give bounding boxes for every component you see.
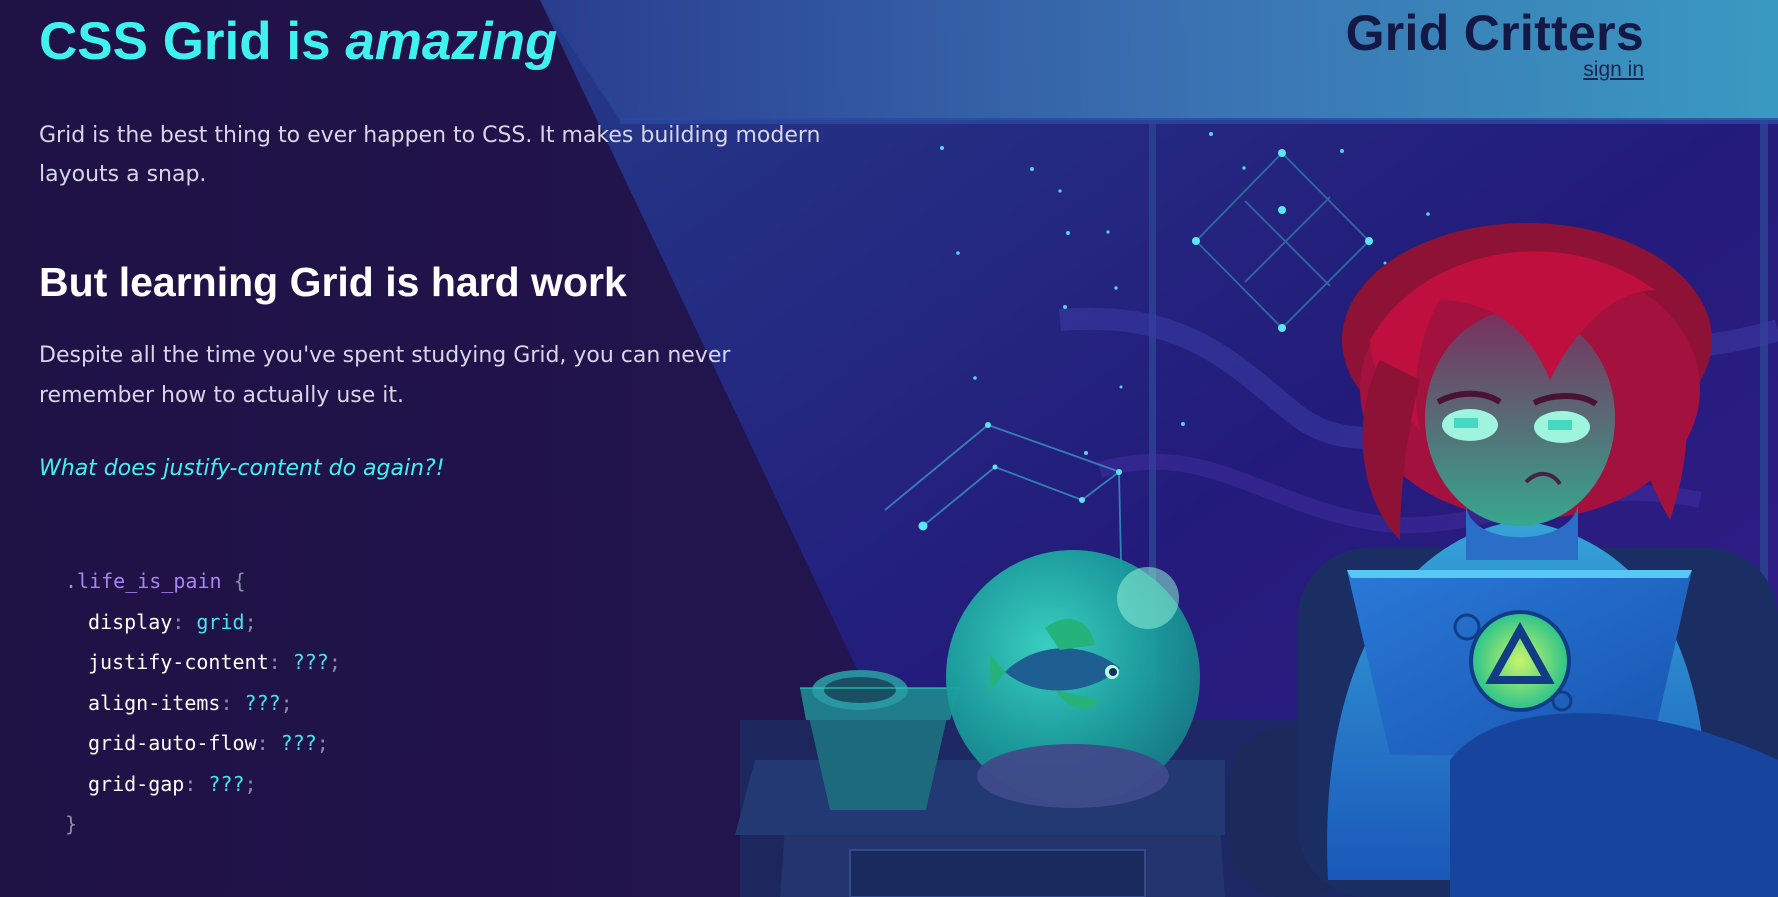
css-property-grid-auto-flow: grid-auto-flow [88, 731, 257, 756]
main-content: CSS Grid is amazing Grid is the best thi… [39, 12, 919, 845]
code-line-grid-auto-flow: grid-auto-flow: ???; [88, 731, 329, 756]
page: Grid Critters sign in CSS Grid is amazin… [0, 0, 1778, 897]
css-value-align-items: ??? [244, 690, 281, 715]
code-line-grid-gap: grid-gap: ???; [88, 771, 257, 796]
section-heading: But learning Grid is hard work [39, 258, 627, 305]
css-property-display: display [88, 609, 173, 634]
close-brace: } [65, 812, 78, 837]
hero-title: CSS Grid is amazing [39, 12, 919, 73]
code-line-justify-content: justify-content: ???; [88, 650, 341, 675]
css-value-display: grid [196, 609, 245, 634]
css-selector: .life_is_pain [65, 569, 222, 594]
section-quote: What does justify-content do again?! [39, 456, 445, 482]
code-line-selector: .life_is_pain { [65, 561, 919, 602]
site-logo-title[interactable]: Grid Critters [1346, 6, 1644, 60]
css-value-grid-auto-flow: ??? [280, 731, 317, 756]
code-line-close: } [65, 804, 919, 845]
css-value-justify-content: ??? [292, 650, 329, 675]
code-line-align-items: align-items: ???; [88, 690, 293, 715]
css-value-grid-gap: ??? [208, 771, 245, 796]
section-body-paragraph: Despite all the time you've spent studyi… [39, 343, 731, 409]
hero-title-prefix: CSS Grid is [39, 12, 346, 71]
open-brace: { [233, 569, 246, 594]
brand: Grid Critters sign in [1346, 6, 1644, 82]
hero-lead-paragraph: Grid is the best thing to ever happen to… [39, 122, 821, 187]
css-property-justify-content: justify-content [88, 650, 269, 675]
code-line-display: display: grid; [88, 609, 257, 634]
css-property-align-items: align-items [88, 690, 221, 715]
css-property-grid-gap: grid-gap [88, 771, 185, 796]
fishbowl-icon [946, 550, 1200, 808]
sign-in-link[interactable]: sign in [1583, 58, 1644, 82]
hero-title-emphasis: amazing [345, 12, 558, 71]
css-code-block: .life_is_pain { display: grid; justify-con… [65, 561, 919, 845]
